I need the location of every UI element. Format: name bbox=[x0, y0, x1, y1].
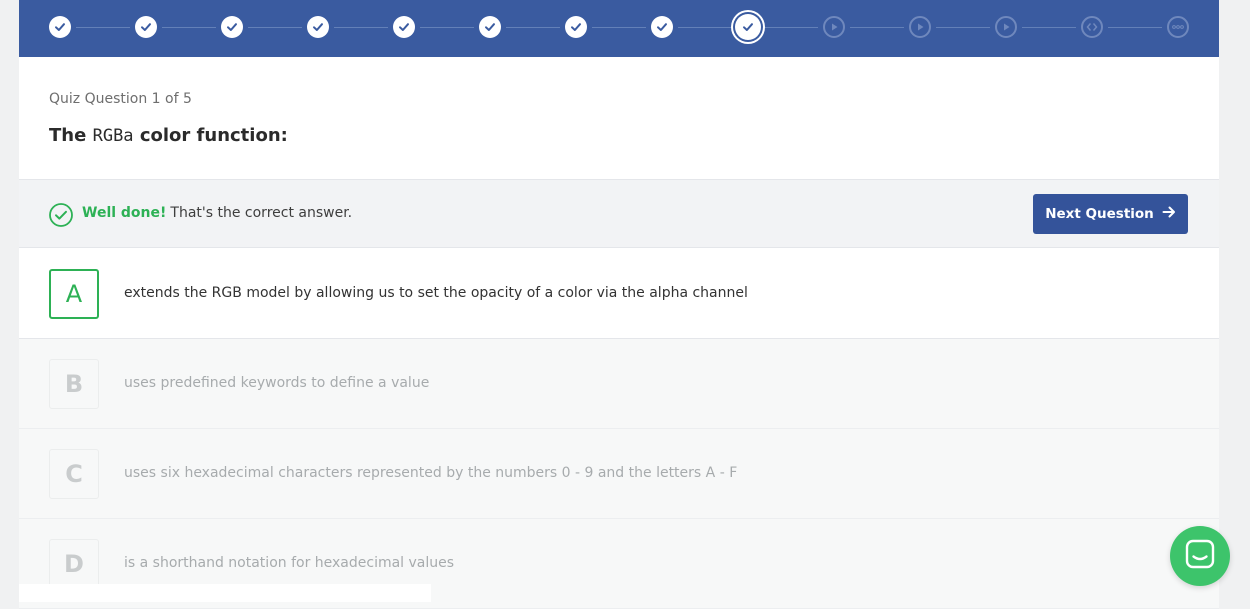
progress-bar bbox=[19, 0, 1219, 57]
play-icon bbox=[1001, 22, 1011, 32]
answer-option-b[interactable]: B uses predefined keywords to define a v… bbox=[19, 339, 1219, 429]
chat-launcher-button[interactable] bbox=[1170, 526, 1230, 586]
question-suffix: color function: bbox=[139, 125, 288, 146]
progress-step-2[interactable] bbox=[135, 16, 157, 38]
progress-step-14[interactable] bbox=[1167, 16, 1189, 38]
progress-connector bbox=[1022, 27, 1076, 28]
progress-connector bbox=[420, 27, 474, 28]
check-circle-icon bbox=[49, 203, 73, 227]
play-icon bbox=[915, 22, 925, 32]
progress-connector bbox=[334, 27, 388, 28]
answer-feedback: Well done! That's the correct answer. Nex… bbox=[19, 179, 1219, 248]
progress-step-5[interactable] bbox=[393, 16, 415, 38]
progress-step-4[interactable] bbox=[307, 16, 329, 38]
quiz-panel: Quiz Question 1 of 5 The RGBa color func… bbox=[19, 0, 1219, 609]
answer-option-c[interactable]: C uses six hexadecimal characters repres… bbox=[19, 429, 1219, 519]
progress-connector bbox=[76, 27, 130, 28]
check-icon bbox=[312, 21, 324, 33]
play-icon bbox=[829, 22, 839, 32]
answer-text: is a shorthand notation for hexadecimal … bbox=[124, 555, 455, 571]
progress-step-10[interactable] bbox=[823, 16, 845, 38]
progress-step-8[interactable] bbox=[651, 16, 673, 38]
check-icon bbox=[742, 21, 754, 33]
progress-step-11[interactable] bbox=[909, 16, 931, 38]
progress-step-13[interactable] bbox=[1081, 16, 1103, 38]
more-icon bbox=[1172, 24, 1184, 30]
progress-step-9[interactable] bbox=[735, 14, 761, 40]
check-icon bbox=[484, 21, 496, 33]
check-icon bbox=[226, 21, 238, 33]
progress-connector bbox=[936, 27, 990, 28]
progress-step-1[interactable] bbox=[49, 16, 71, 38]
bottom-strip bbox=[19, 584, 431, 602]
question-counter: Quiz Question 1 of 5 bbox=[49, 91, 192, 107]
check-icon bbox=[54, 21, 66, 33]
progress-step-7[interactable] bbox=[565, 16, 587, 38]
progress-step-6[interactable] bbox=[479, 16, 501, 38]
progress-connector bbox=[678, 27, 732, 28]
answer-text: extends the RGB model by allowing us to … bbox=[124, 285, 748, 301]
progress-connector bbox=[592, 27, 646, 28]
next-question-label: Next Question bbox=[1045, 206, 1154, 222]
check-icon bbox=[656, 21, 668, 33]
answer-letter: D bbox=[49, 539, 99, 589]
next-question-button[interactable]: Next Question bbox=[1033, 194, 1188, 234]
code-icon bbox=[1086, 22, 1098, 32]
check-icon bbox=[140, 21, 152, 33]
progress-connector bbox=[764, 27, 818, 28]
answer-letter: A bbox=[49, 269, 99, 319]
progress-connector bbox=[162, 27, 216, 28]
answer-option-a[interactable]: A extends the RGB model by allowing us t… bbox=[19, 249, 1219, 339]
progress-connector bbox=[248, 27, 302, 28]
progress-step-12[interactable] bbox=[995, 16, 1017, 38]
question-code: RGBa bbox=[92, 126, 134, 146]
check-icon bbox=[570, 21, 582, 33]
answer-text: uses six hexadecimal characters represen… bbox=[124, 465, 738, 481]
question-prefix: The bbox=[49, 125, 87, 146]
feedback-text: Well done! That's the correct answer. bbox=[82, 205, 352, 221]
answer-letter: C bbox=[49, 449, 99, 499]
progress-connector bbox=[1108, 27, 1162, 28]
progress-connector bbox=[506, 27, 560, 28]
check-icon bbox=[398, 21, 410, 33]
chat-icon bbox=[1185, 539, 1215, 573]
progress-step-3[interactable] bbox=[221, 16, 243, 38]
answer-text: uses predefined keywords to define a val… bbox=[124, 375, 430, 391]
arrow-right-icon bbox=[1162, 205, 1176, 223]
progress-connector bbox=[850, 27, 904, 28]
feedback-message: That's the correct answer. bbox=[170, 205, 353, 221]
answer-letter: B bbox=[49, 359, 99, 409]
question-text: The RGBa color function: bbox=[49, 125, 288, 146]
feedback-strong: Well done! bbox=[82, 205, 167, 221]
